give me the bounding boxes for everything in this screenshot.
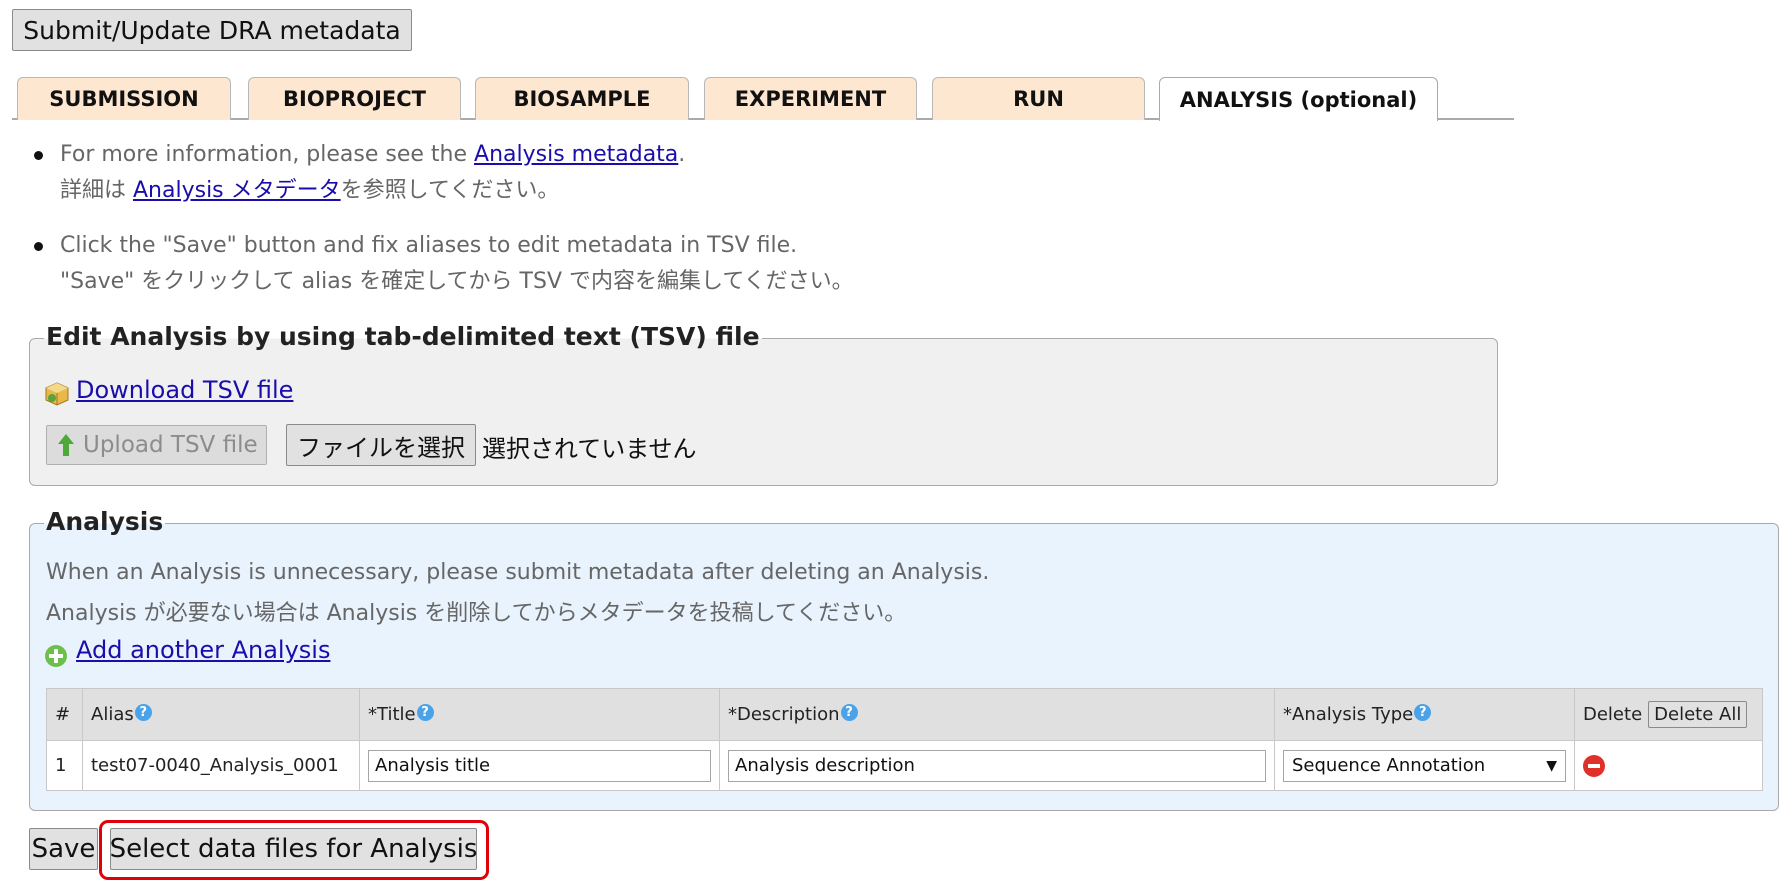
tab-biosample[interactable]: BIOSAMPLE [475,77,689,120]
analysis-metadata-link[interactable]: Analysis metadata [474,142,678,167]
row-delete-cell [1574,740,1763,791]
help-icon[interactable]: ? [1414,704,1432,721]
analysis-type-value: Sequence Annotation [1292,754,1486,776]
header-alias-label: Alias [91,704,134,725]
header-description: *Description? [719,688,1275,741]
description-input[interactable] [728,749,1266,782]
tab-submission[interactable]: SUBMISSION [17,77,231,120]
info-text: For more information, please see the [60,142,475,167]
info-text-jp: 詳細は [60,178,133,203]
analysis-section-title: Analysis [44,506,166,538]
submit-update-metadata-button[interactable]: Submit/Update DRA metadata [12,9,412,51]
tsv-edit-section: Edit Analysis by using tab-delimited tex… [29,321,1498,486]
add-analysis-link[interactable]: Add another Analysis [76,636,330,664]
download-tsv-link[interactable]: Download TSV file [76,376,293,404]
info-text-jp: を参照してください。 [340,178,560,203]
title-input[interactable] [368,749,711,782]
table-header-row: # Alias? *Title? *Description? *Analysis… [46,688,1763,741]
row-alias: test07-0040_Analysis_0001 [82,740,360,791]
tab-bioproject[interactable]: BIOPROJECT [248,77,461,120]
row-title-cell [359,740,720,791]
help-icon[interactable]: ? [134,704,152,721]
tab-run[interactable]: RUN [932,77,1145,120]
save-note-text: Click the "Save" button and fix aliases … [60,233,798,258]
analysis-section: Analysis When an Analysis is unnecessary… [29,506,1779,811]
header-delete: Delete Delete All [1574,688,1763,741]
header-description-label: *Description [728,704,840,725]
no-file-selected-text: 選択されていません [482,435,697,463]
help-icon[interactable]: ? [416,704,434,721]
analysis-note: When an Analysis is unnecessary, please … [46,560,990,585]
tab-analysis[interactable]: ANALYSIS (optional) [1159,77,1438,121]
header-analysis-type-label: *Analysis Type [1283,704,1414,725]
analysis-note-jp: Analysis が必要ない場合は Analysis を削除してからメタデータを… [46,601,907,626]
upload-arrow-icon [58,434,74,456]
dropdown-arrow-icon: ▼ [1546,757,1557,774]
header-title-label: *Title [368,704,416,725]
save-button[interactable]: Save [29,828,98,870]
package-icon [45,382,69,406]
highlight-box [99,820,489,880]
header-title: *Title? [359,688,720,741]
header-analysis-type: *Analysis Type? [1274,688,1575,741]
header-alias: Alias? [82,688,360,741]
table-row: 1 test07-0040_Analysis_0001 Sequence Ann… [46,740,1763,791]
row-description-cell [719,740,1275,791]
bullet-dot [34,242,43,251]
tsv-section-title: Edit Analysis by using tab-delimited tex… [44,321,762,353]
header-num: # [46,688,83,741]
delete-all-button[interactable]: Delete All [1648,701,1748,728]
upload-tsv-button[interactable]: Upload TSV file [46,425,267,465]
tab-experiment[interactable]: EXPERIMENT [704,77,917,120]
help-icon[interactable]: ? [840,704,858,721]
add-circle-icon [45,645,67,667]
save-note-text-jp: "Save" をクリックして alias を確定してから TSV で内容を編集し… [60,269,854,294]
row-type-cell: Sequence Annotation ▼ [1274,740,1575,791]
analysis-metadata-link-jp[interactable]: Analysis メタデータ [133,178,341,203]
analysis-type-select[interactable]: Sequence Annotation ▼ [1283,749,1566,782]
row-num: 1 [46,740,83,791]
info-text: . [678,142,686,167]
upload-tsv-label: Upload TSV file [83,432,258,458]
bullet-dot [34,151,43,160]
header-delete-label: Delete [1583,704,1643,725]
analysis-table: # Alias? *Title? *Description? *Analysis… [46,688,1763,791]
choose-file-button[interactable]: ファイルを選択 [286,424,476,466]
delete-icon[interactable] [1583,754,1605,777]
